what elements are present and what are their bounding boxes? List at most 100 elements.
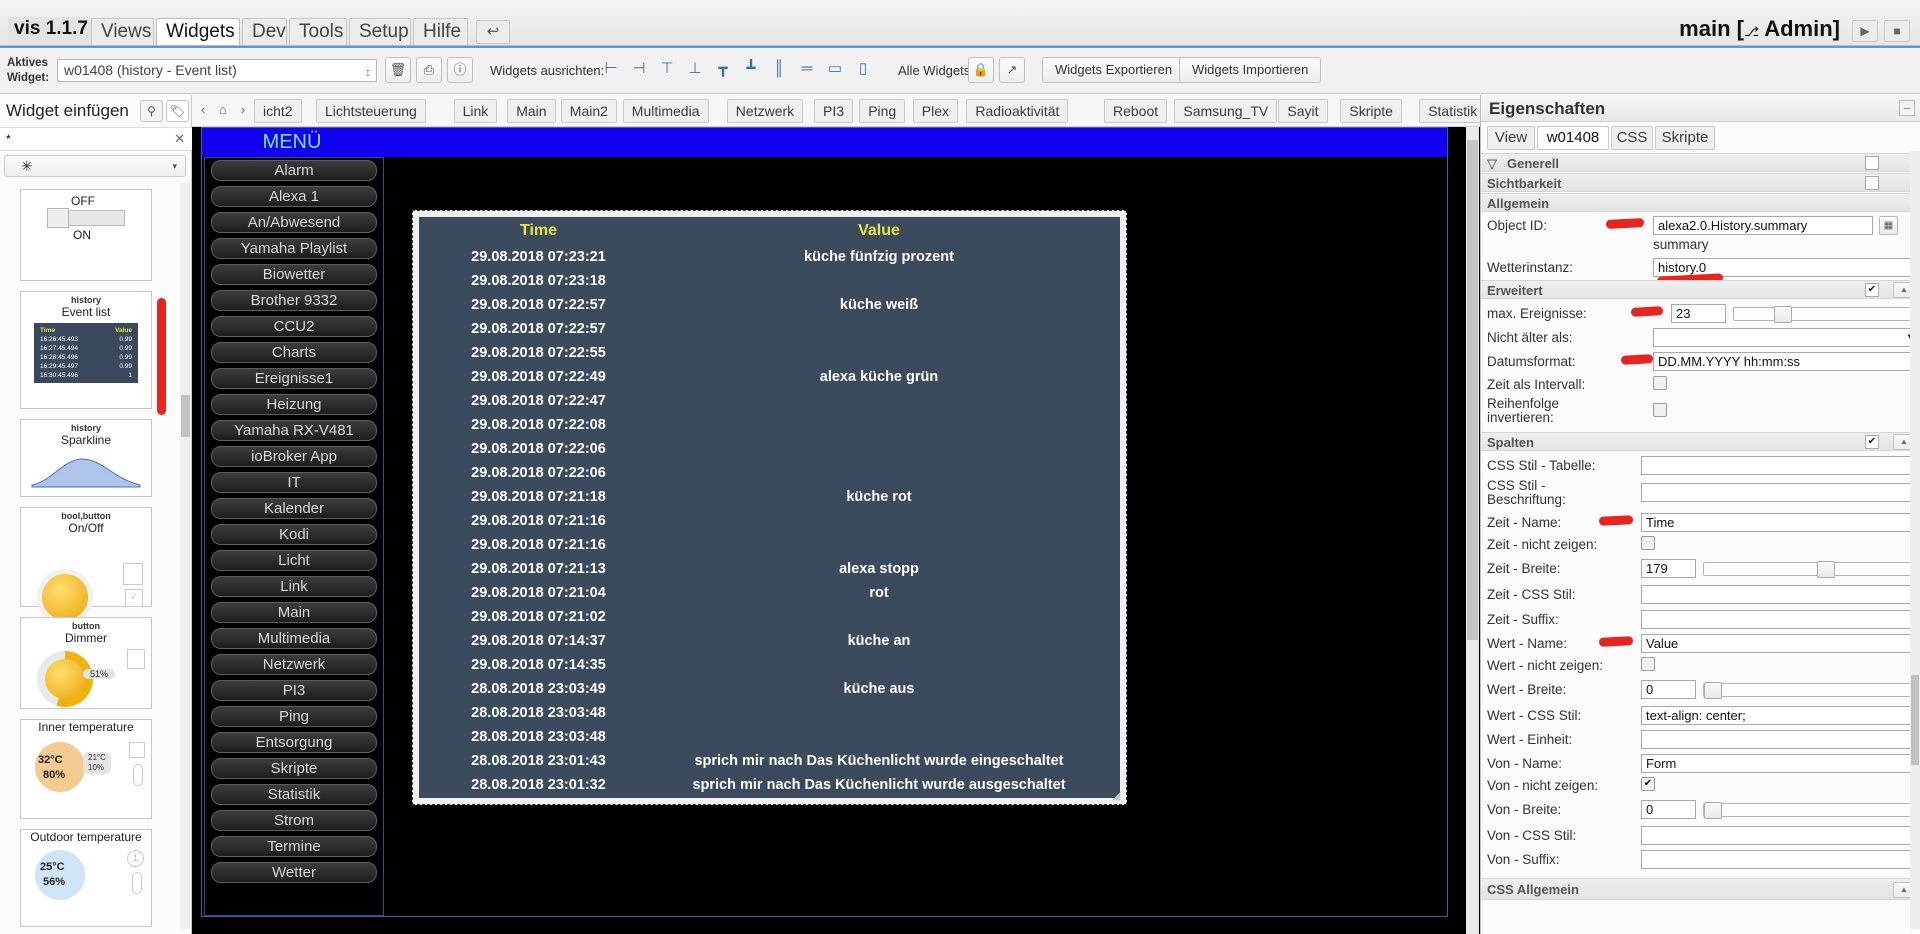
css-stil-tabelle-field[interactable] <box>1641 456 1918 475</box>
palette-card[interactable]: Inner temperature 32°C 80% 21°C 10% <box>20 719 152 819</box>
menu-button-alexa-1[interactable]: Alexa 1 <box>211 186 377 207</box>
view-tab-main[interactable]: Main <box>507 99 556 123</box>
active-widget-select[interactable]: w01408 (history - Event list) <box>57 59 377 82</box>
reihenfolge-invertieren-checkbox[interactable] <box>1653 403 1667 417</box>
section-allgemein[interactable]: Allgemein <box>1481 193 1920 212</box>
switch-knob[interactable] <box>47 208 69 228</box>
menu-button-wetter[interactable]: Wetter <box>211 862 377 883</box>
view-tab-sayit[interactable]: Sayit <box>1278 99 1328 123</box>
section-sichtbarkeit-checkbox[interactable] <box>1865 176 1879 190</box>
view-next-button[interactable]: › <box>234 100 252 122</box>
zeit-nicht-zeigen-checkbox[interactable] <box>1641 536 1655 550</box>
view-tab-ping[interactable]: Ping <box>859 99 906 123</box>
properties-tab-skripte[interactable]: Skripte <box>1655 126 1715 150</box>
view-prev-button[interactable]: ‹ <box>194 100 212 122</box>
menu-tab-dev[interactable]: Dev <box>242 18 287 45</box>
object-id-field[interactable]: alexa2.0.History.summary <box>1653 216 1873 235</box>
align-bottom-icon[interactable]: ⊥ <box>684 58 706 82</box>
view-tab-samsung-tv[interactable]: Samsung_TV <box>1174 99 1278 123</box>
minimize-icon[interactable]: ─ <box>1899 100 1915 116</box>
section-sichtbarkeit[interactable]: Sichtbarkeit <box>1481 173 1920 192</box>
section-css-allgemein[interactable]: CSS Allgemein ▲ <box>1481 878 1920 900</box>
menu-button-termine[interactable]: Termine <box>211 836 377 857</box>
max-ereignisse-slider[interactable] <box>1733 306 1918 323</box>
view-tab-plex[interactable]: Plex <box>912 99 959 123</box>
section-erweitert[interactable]: Erweitert ✔ ▲ <box>1481 280 1920 299</box>
palette-card[interactable]: bool,button On/Off ✓ <box>20 507 152 625</box>
object-picker-icon[interactable]: ▦ <box>1879 216 1898 235</box>
magnifier-icon[interactable]: ⚲ <box>140 100 163 122</box>
menu-button-brother-9332[interactable]: Brother 9332 <box>211 290 377 311</box>
menu-tab-views[interactable]: Views <box>91 18 154 45</box>
zeit-breite-field[interactable]: 179 <box>1641 559 1696 578</box>
wert-name-field[interactable]: Value <box>1641 634 1918 653</box>
palette-card[interactable]: history Sparkline <box>20 419 152 497</box>
palette-card[interactable]: history Event list Time Value 16:26:45.493 0.… <box>20 291 152 409</box>
properties-tab-view[interactable]: View <box>1487 126 1535 150</box>
wert-css-stil-field[interactable]: text-align: center; <box>1641 706 1918 725</box>
menu-button-charts[interactable]: Charts <box>211 342 377 363</box>
view-canvas[interactable]: MENÜ Alarm Alexa 1 An/Abwesend Yamaha Playl… <box>192 127 1480 934</box>
menu-button-statistik[interactable]: Statistik <box>211 784 377 805</box>
menu-tab-tools[interactable]: Tools <box>289 18 347 45</box>
tag-icon[interactable]: 🏷 <box>166 100 189 122</box>
zeit-als-intervall-checkbox[interactable] <box>1653 376 1667 390</box>
search-input[interactable] <box>4 130 164 148</box>
menu-tab-hilfe[interactable]: Hilfe <box>413 18 468 45</box>
palette-card[interactable]: OFF ON <box>20 189 152 281</box>
view-tab-netzwerk[interactable]: Netzwerk <box>726 99 804 123</box>
eventlist-widget-container[interactable]: Time Value 29.08.2018 07:23:21 küche fünf… <box>412 210 1127 805</box>
export-widgets-button[interactable]: Widgets Exportieren <box>1042 57 1186 83</box>
copy-widget-button[interactable]: ⎙ <box>416 57 442 83</box>
menu-button-netzwerk[interactable]: Netzwerk <box>211 654 377 675</box>
palette-filter-select[interactable]: ✳ ▾ <box>4 155 186 177</box>
von-breite-slider[interactable] <box>1703 802 1918 819</box>
equal-height-icon[interactable]: ▯ <box>852 58 874 82</box>
palette-scrollbar[interactable] <box>180 183 191 929</box>
view-tab-icht2[interactable]: icht2 <box>254 99 302 123</box>
view-tab-main2[interactable]: Main2 <box>560 99 617 123</box>
align-top-icon[interactable]: ⊤ <box>656 58 678 82</box>
align-vcenter-icon[interactable]: ┳ <box>712 58 734 82</box>
section-generell-checkbox[interactable] <box>1865 156 1879 170</box>
palette-widget-list[interactable]: OFF ON history Event list Time Value 16:26:45.… <box>0 183 180 929</box>
menu-button-yamaha-playlist[interactable]: Yamaha Playlist <box>211 238 377 259</box>
zeit-name-field[interactable]: Time <box>1641 513 1918 532</box>
menu-tab-setup[interactable]: Setup <box>349 18 411 45</box>
properties-scrollbar[interactable] <box>1910 151 1920 929</box>
menu-button-licht[interactable]: Licht <box>211 550 377 571</box>
view-tab-link[interactable]: Link <box>453 99 498 123</box>
menu-button-heizung[interactable]: Heizung <box>211 394 377 415</box>
menu-button-skripte[interactable]: Skripte <box>211 758 377 779</box>
menu-button-yamaha-rx-v481[interactable]: Yamaha RX-V481 <box>211 420 377 441</box>
von-css-stil-field[interactable] <box>1641 826 1918 845</box>
section-spalten[interactable]: Spalten ✔ ▲ <box>1481 432 1920 451</box>
menu-button-ping[interactable]: Ping <box>211 706 377 727</box>
menu-button-alarm[interactable]: Alarm <box>211 160 377 181</box>
menu-button-pi3[interactable]: PI3 <box>211 680 377 701</box>
menu-button-an-abwesend[interactable]: An/Abwesend <box>211 212 377 233</box>
menu-button-strom[interactable]: Strom <box>211 810 377 831</box>
wert-breite-slider[interactable] <box>1703 682 1918 699</box>
menu-button-kalender[interactable]: Kalender <box>211 498 377 519</box>
stop-button[interactable]: ■ <box>1884 20 1910 42</box>
von-nicht-zeigen-checkbox[interactable]: ✔ <box>1641 777 1655 791</box>
von-name-field[interactable]: Form <box>1641 754 1918 773</box>
view-home-button[interactable]: ⌂ <box>214 100 232 122</box>
view-tab-pi3[interactable]: PI3 <box>814 99 854 123</box>
play-button[interactable]: ▶ <box>1852 20 1878 42</box>
view-tab-reboot[interactable]: Reboot <box>1104 99 1168 123</box>
properties-tab-css[interactable]: CSS <box>1611 126 1653 150</box>
resize-handle[interactable]: ◢ <box>1112 791 1124 803</box>
section-generell[interactable]: ▽ Generell <box>1481 153 1920 172</box>
menu-button-entsorgung[interactable]: Entsorgung <box>211 732 377 753</box>
align-right-icon[interactable]: ⊣ <box>628 58 650 82</box>
menu-button-kodi[interactable]: Kodi <box>211 524 377 545</box>
wert-einheit-field[interactable] <box>1641 730 1918 749</box>
menu-button-biowetter[interactable]: Biowetter <box>211 264 377 285</box>
view-tab-statistik[interactable]: Statistik <box>1419 99 1480 123</box>
view-tab-lichtsteuerung[interactable]: Lichtsteuerung <box>316 99 426 123</box>
palette-card[interactable]: button Dimmer 51% <box>20 617 152 709</box>
menu-tab-widgets[interactable]: Widgets <box>156 18 240 45</box>
palette-card[interactable]: Outdoor temperature 25°C 56% 1 <box>20 829 152 927</box>
